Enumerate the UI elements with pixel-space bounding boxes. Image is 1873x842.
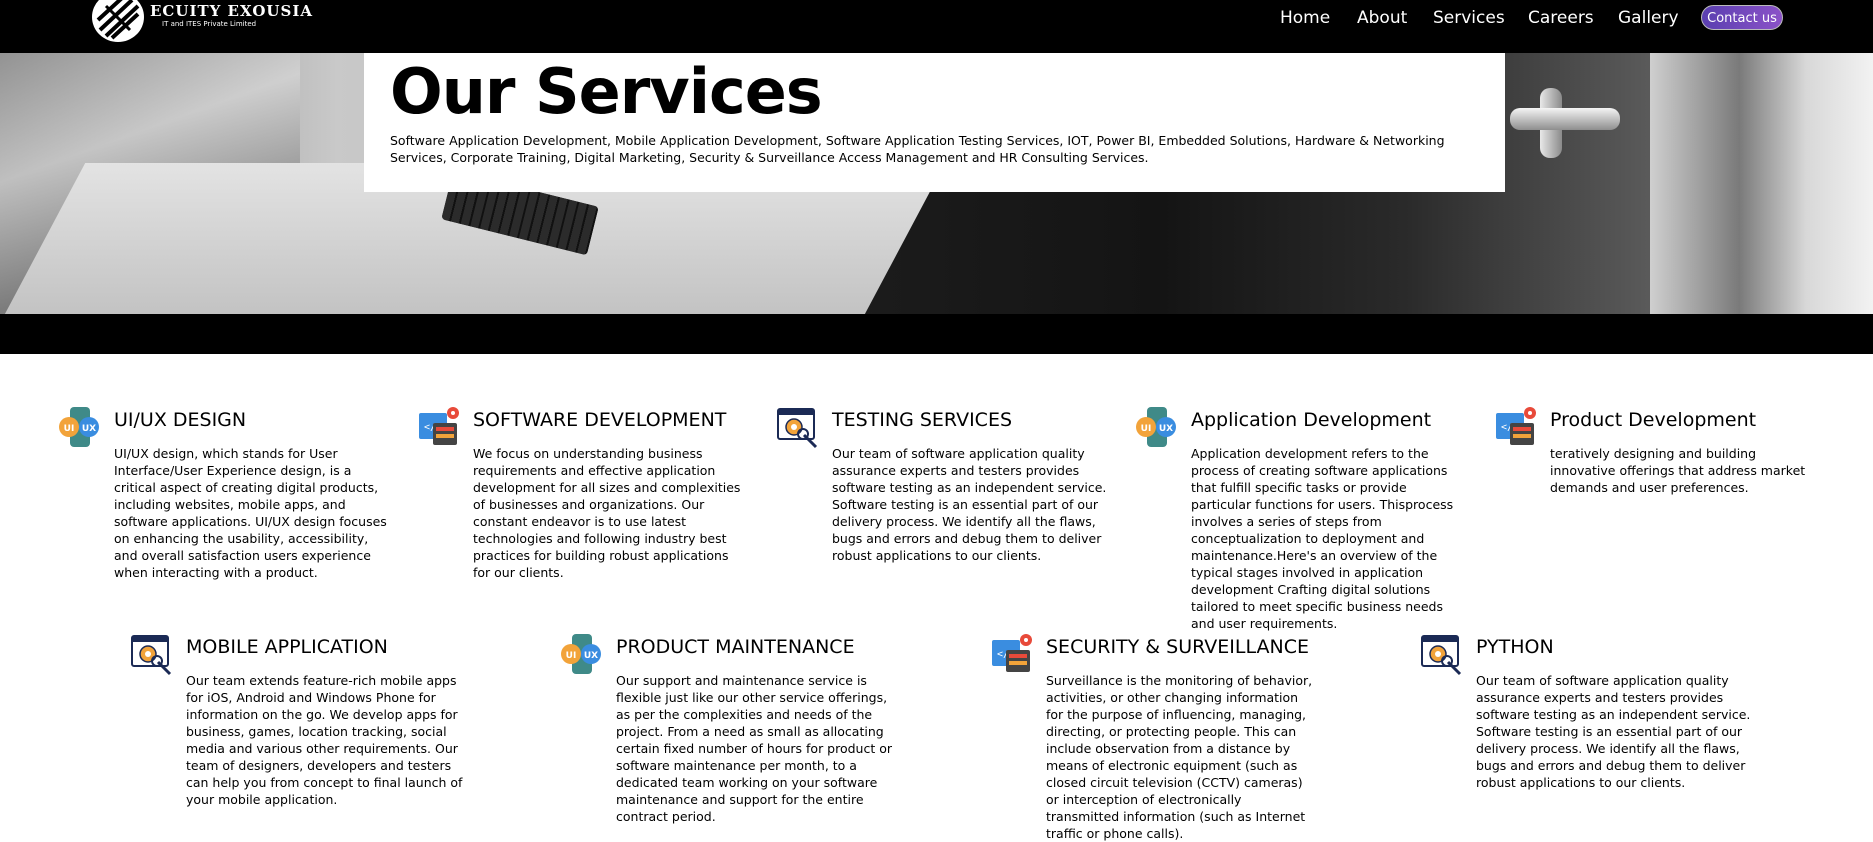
service-title: Application Development <box>1191 409 1432 431</box>
software-dev-window-icon: </> <box>1494 405 1538 449</box>
svg-text:UX: UX <box>584 651 598 661</box>
ui-ux-phone-icon: UI UX <box>560 632 604 676</box>
nav-about[interactable]: About <box>1357 8 1407 28</box>
service-title: PYTHON <box>1476 636 1554 658</box>
testing-gear-window-icon <box>1420 632 1464 676</box>
svg-text:UX: UX <box>1159 424 1173 434</box>
contact-us-button[interactable]: Contact us <box>1701 5 1783 30</box>
ui-ux-phone-icon: UI UX <box>1135 405 1179 449</box>
service-description: UI/UX design, which stands for User Inte… <box>114 446 387 580</box>
service-title: MOBILE APPLICATION <box>186 636 388 658</box>
nav-gallery[interactable]: Gallery <box>1618 8 1679 28</box>
hero-banner: Our Services Software Application Develo… <box>0 53 1873 314</box>
svg-text:UX: UX <box>82 424 96 434</box>
top-navbar: ECUITY EXOUSIA IT and ITES Private Limit… <box>0 0 1873 53</box>
service-title: SECURITY & SURVEILLANCE <box>1046 636 1309 658</box>
service-description: We focus on understanding business requi… <box>473 446 741 580</box>
software-dev-window-icon: </> <box>417 405 461 449</box>
hero-card: Our Services Software Application Develo… <box>364 53 1505 192</box>
hero-background-door <box>1650 53 1873 314</box>
section-divider-band <box>0 314 1873 354</box>
svg-text:UI: UI <box>1141 424 1152 434</box>
nav-careers[interactable]: Careers <box>1528 8 1594 28</box>
service-description: Our team of software application quality… <box>1476 673 1751 790</box>
service-title: Product Development <box>1550 409 1757 431</box>
main-nav: Home About Services Careers Gallery Cont… <box>0 0 1873 36</box>
page-title: Our Services <box>390 55 823 128</box>
service-description: teratively designing and building innova… <box>1550 446 1806 495</box>
service-description: Our support and maintenance service is f… <box>616 673 893 824</box>
testing-gear-window-icon <box>130 632 174 676</box>
page-description: Software Application Development, Mobile… <box>390 133 1445 165</box>
svg-text:UI: UI <box>64 424 75 434</box>
hero-background-handle-bar <box>1510 108 1620 130</box>
nav-services[interactable]: Services <box>1433 8 1505 28</box>
software-dev-window-icon: </> <box>990 632 1034 676</box>
service-title: PRODUCT MAINTENANCE <box>616 636 855 658</box>
svg-text:UI: UI <box>566 651 577 661</box>
service-title: UI/UX DESIGN <box>114 409 247 431</box>
testing-gear-window-icon <box>776 405 820 449</box>
service-description: Our team extends feature-rich mobile app… <box>186 673 463 807</box>
service-description: Application development refers to the pr… <box>1191 446 1454 631</box>
service-description: Our team of software application quality… <box>832 446 1107 563</box>
service-description: Surveillance is the monitoring of behavi… <box>1046 673 1313 841</box>
nav-home[interactable]: Home <box>1280 8 1330 28</box>
service-title: SOFTWARE DEVELOPMENT <box>473 409 727 431</box>
service-title: TESTING SERVICES <box>832 409 1013 431</box>
ui-ux-phone-icon: UI UX <box>58 405 102 449</box>
